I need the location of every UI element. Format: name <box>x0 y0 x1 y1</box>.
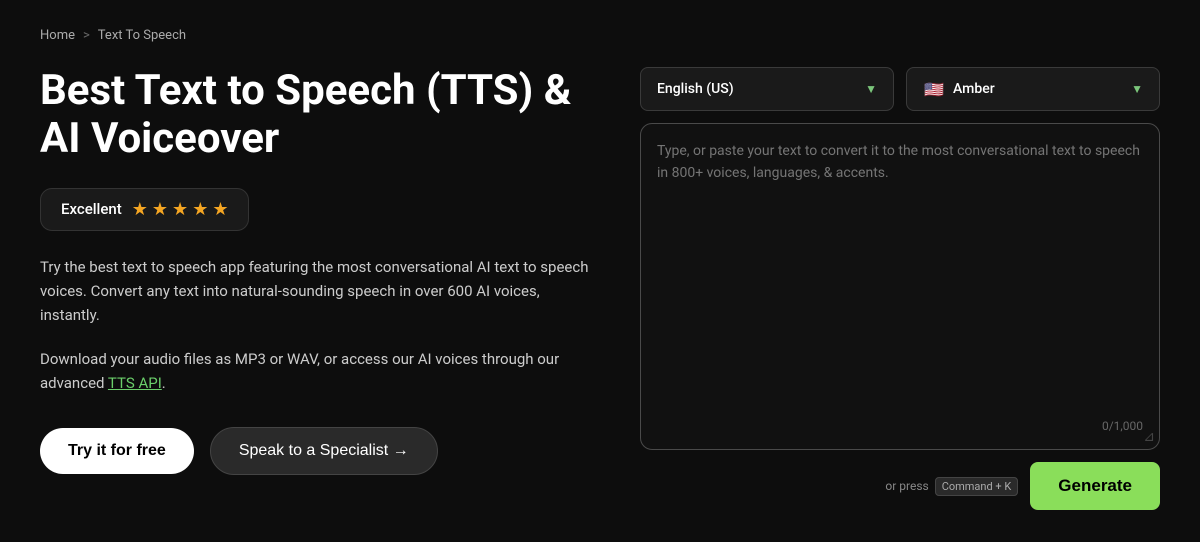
rating-label: Excellent <box>61 200 122 218</box>
keyboard-shortcut: Command + K <box>935 477 1019 496</box>
breadcrumb-current: Text To Speech <box>98 28 186 43</box>
star-3: ★ <box>172 199 188 220</box>
voice-dropdown[interactable]: 🇺🇸 Amber ▼ <box>906 67 1160 111</box>
voice-inner: 🇺🇸 Amber <box>923 78 995 100</box>
breadcrumb: Home > Text To Speech <box>40 28 1160 43</box>
cta-buttons: Try it for free Speak to a Specialist → <box>40 427 600 475</box>
description-suffix: . <box>162 374 166 392</box>
breadcrumb-home[interactable]: Home <box>40 28 75 43</box>
generate-button[interactable]: Generate <box>1030 462 1160 510</box>
right-column: English (US) ▼ 🇺🇸 Amber ▼ 0/1,000 ⊿ <box>640 67 1160 510</box>
description-link-text: Download your audio files as MP3 or WAV,… <box>40 347 600 395</box>
char-count: 0/1,000 <box>657 419 1143 433</box>
keyboard-hint-prefix: or press <box>885 479 928 493</box>
language-dropdown-arrow: ▼ <box>865 82 877 96</box>
speak-specialist-button[interactable]: Speak to a Specialist → <box>210 427 438 475</box>
language-dropdown[interactable]: English (US) ▼ <box>640 67 894 111</box>
left-column: Best Text to Speech (TTS) & AI Voiceover… <box>40 67 600 510</box>
description-text: Try the best text to speech app featurin… <box>40 255 600 327</box>
rating-badge: Excellent ★ ★ ★ ★ ★ <box>40 188 249 231</box>
star-2: ★ <box>152 199 168 220</box>
breadcrumb-separator: > <box>83 28 90 43</box>
voice-dropdown-label: Amber <box>953 81 995 97</box>
text-input[interactable] <box>657 140 1143 411</box>
star-rating: ★ ★ ★ ★ ★ <box>132 199 229 220</box>
tts-api-link[interactable]: TTS API <box>108 374 162 392</box>
voice-flag: 🇺🇸 <box>923 78 945 100</box>
keyboard-hint: or press Command + K <box>885 479 1018 493</box>
language-dropdown-label: English (US) <box>657 81 734 97</box>
resize-handle: ⊿ <box>1143 429 1155 445</box>
star-5: ★ <box>212 199 228 220</box>
dropdowns-row: English (US) ▼ 🇺🇸 Amber ▼ <box>640 67 1160 111</box>
voice-dropdown-arrow: ▼ <box>1131 82 1143 96</box>
page-title: Best Text to Speech (TTS) & AI Voiceover <box>40 67 600 164</box>
try-free-button[interactable]: Try it for free <box>40 428 194 474</box>
main-content: Best Text to Speech (TTS) & AI Voiceover… <box>40 67 1160 510</box>
star-1: ★ <box>132 199 148 220</box>
generate-row: or press Command + K Generate <box>640 462 1160 510</box>
star-4: ★ <box>192 199 208 220</box>
textarea-wrapper: 0/1,000 ⊿ <box>640 123 1160 450</box>
